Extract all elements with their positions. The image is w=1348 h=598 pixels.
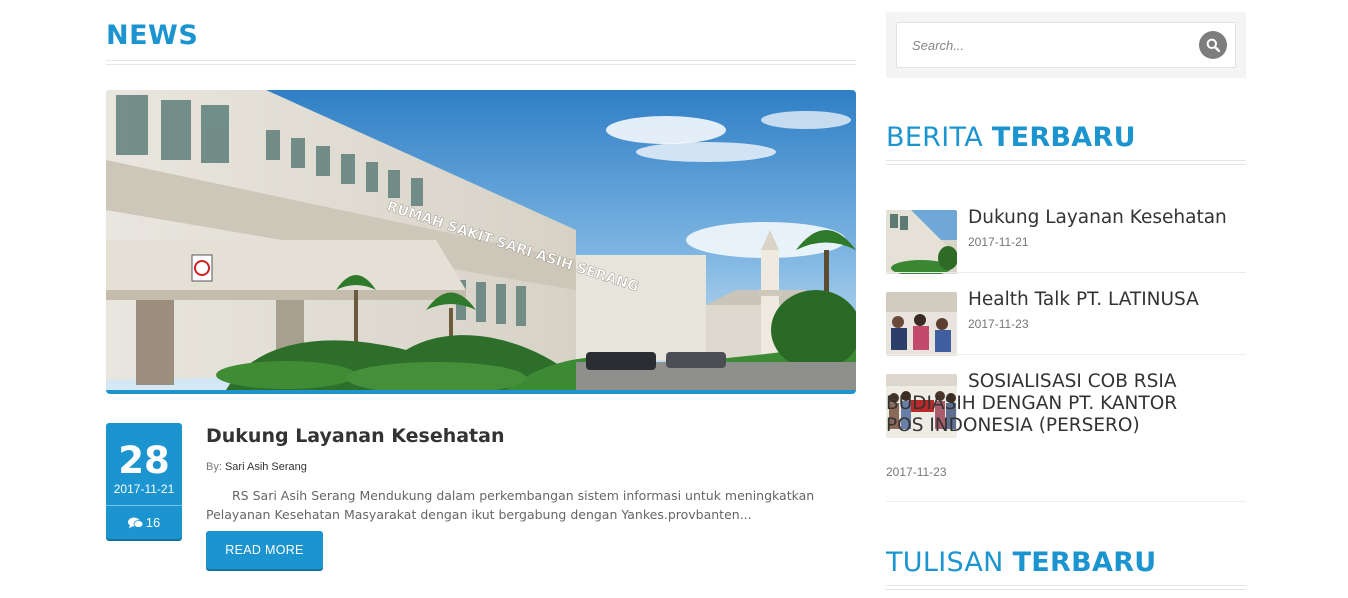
news-date: 2017-11-23 [968, 317, 1029, 331]
widget2-title-light: TULISAN [886, 547, 1004, 578]
news-item[interactable]: SOSIALISASI COB RSIA BUDIASIH DENGAN PT.… [886, 371, 1246, 484]
post-excerpt: RS Sari Asih Serang Mendukung dalam perk… [206, 488, 815, 522]
search-button[interactable] [1199, 31, 1227, 59]
news-divider [886, 272, 1246, 273]
comments-number: 16 [145, 515, 161, 530]
news-thumbnail[interactable] [886, 292, 957, 356]
news-divider [886, 501, 1246, 502]
news-date: 2017-11-23 [886, 465, 947, 479]
post-meta: By: Sari Asih Serang [206, 461, 307, 473]
widget2-title-bold: TERBARU [1012, 547, 1157, 578]
search-icon [1206, 38, 1220, 52]
news-thumbnail[interactable] [886, 210, 957, 274]
berita-terbaru-title: BERITA TERBARU [886, 122, 1136, 153]
post-date-box: 28 2017-11-21 16 [106, 423, 182, 539]
search-input[interactable] [896, 22, 1236, 68]
tulisan-terbaru-title: TULISAN TERBARU [886, 547, 1157, 578]
widget1-divider [886, 160, 1246, 165]
news-item[interactable]: Dukung Layanan Kesehatan 2017-11-21 [886, 207, 1246, 274]
comments-icon [127, 517, 143, 529]
news-item[interactable]: Health Talk PT. LATINUSA 2017-11-23 [886, 289, 1246, 356]
post-date: 2017-11-21 [113, 482, 175, 496]
post-author-link[interactable]: Sari Asih Serang [225, 461, 307, 473]
widget1-title-light: BERITA [886, 122, 983, 153]
title-divider [106, 60, 856, 65]
news-date: 2017-11-21 [968, 235, 1029, 249]
comments-count[interactable]: 16 [106, 515, 182, 530]
page-title: NEWS [106, 20, 199, 51]
read-more-button[interactable]: READ MORE [206, 531, 323, 569]
by-label: By: [206, 461, 222, 473]
search-widget [886, 12, 1246, 78]
post-day: 28 [118, 439, 170, 482]
widget2-divider [886, 585, 1246, 590]
news-title-link[interactable]: Dukung Layanan Kesehatan [968, 207, 1246, 229]
featured-image[interactable]: RUMAH SAKIT SARI ASIH SERANG [106, 90, 856, 394]
widget1-title-bold: TERBARU [991, 122, 1136, 153]
news-divider [886, 354, 1246, 355]
date-divider [106, 505, 182, 506]
news-title-link[interactable]: Health Talk PT. LATINUSA [968, 289, 1246, 311]
news-title-link[interactable]: SOSIALISASI COB RSIA BUDIASIH DENGAN PT.… [886, 371, 1216, 437]
post-title-link[interactable]: Dukung Layanan Kesehatan [206, 425, 505, 447]
